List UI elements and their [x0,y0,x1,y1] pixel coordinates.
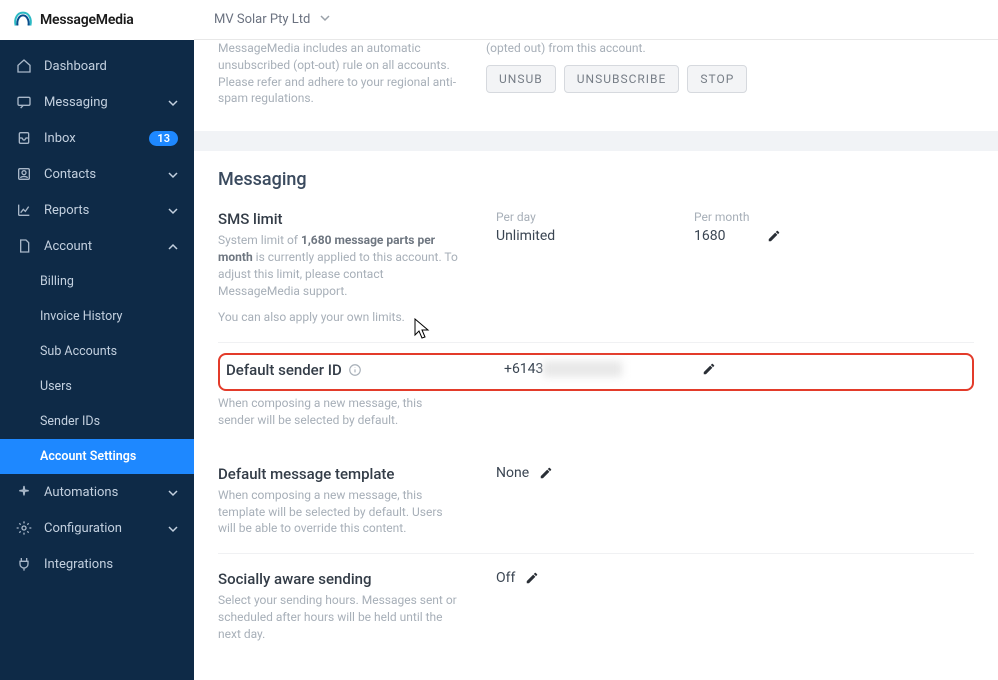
chevron-up-icon [168,241,178,251]
sidebar-item-automations[interactable]: Automations [0,474,194,510]
inbox-badge: 13 [149,131,178,146]
sidebar-item-label: Configuration [44,521,156,536]
opt-out-card: MessageMedia includes an automatic unsub… [194,40,998,131]
per-month-label: Per month [694,210,749,224]
sidebar-item-messaging[interactable]: Messaging [0,84,194,120]
org-name: MV Solar Pty Ltd [214,12,310,27]
socially-aware-heading: Socially aware sending [218,570,468,588]
default-template-value: None [496,465,529,481]
messaging-title: Messaging [218,169,974,190]
sidebar-item-label: Sender IDs [40,414,178,429]
chevron-down-icon [168,205,178,215]
opt-out-pill-group: UNSUB UNSUBSCRIBE STOP [486,65,747,93]
top-bar: MV Solar Pty Ltd [194,0,998,40]
sms-limit-desc: System limit of 1,680 message parts per … [218,232,458,299]
pill-unsubscribe: UNSUBSCRIBE [564,65,680,93]
org-switcher[interactable]: MV Solar Pty Ltd [214,12,330,27]
sms-limit-desc-post: is currently applied to this account. To… [218,250,458,298]
chevron-down-icon [168,169,178,179]
sidebar-sub-sender-ids[interactable]: Sender IDs [0,404,194,439]
home-icon [16,58,32,74]
sidebar-item-label: Users [40,379,178,394]
sidebar-item-label: Dashboard [44,59,178,74]
gear-icon [16,520,32,536]
opt-out-desc: MessageMedia includes an automatic unsub… [218,40,458,107]
edit-default-sender-button[interactable] [702,361,716,380]
edit-sms-limit-button[interactable] [767,228,781,247]
brand-name: MessageMedia [40,12,134,28]
sidebar-item-label: Contacts [44,167,156,182]
contacts-icon [16,166,32,182]
sidebar-item-label: Automations [44,485,156,500]
inbox-icon [16,130,32,146]
sidebar-item-reports[interactable]: Reports [0,192,194,228]
sidebar-item-label: Reports [44,203,156,218]
chart-icon [16,202,32,218]
pill-unsub: UNSUB [486,65,556,93]
sparkle-icon [16,484,32,500]
default-sender-heading: Default sender ID [226,361,476,379]
socially-aware-desc: Select your sending hours. Messages sent… [218,592,458,642]
sms-limit-heading: SMS limit [218,210,468,228]
default-sender-desc: When composing a new message, this sende… [218,395,458,429]
sidebar-item-label: Account Settings [40,449,178,464]
sidebar-item-configuration[interactable]: Configuration [0,510,194,546]
file-icon [16,238,32,254]
default-sender-value: +6143XXXXXXXX [504,361,622,377]
sidebar-item-label: Inbox [44,131,137,146]
per-month-value: 1680 [694,228,749,244]
socially-aware-section: Socially aware sending Select your sendi… [218,554,974,658]
sms-limit-section: SMS limit System limit of 1,680 message … [218,194,974,343]
sidebar-item-label: Account [44,239,156,254]
socially-aware-value: Off [496,570,515,586]
default-sender-highlight: Default sender ID +6143XXXXXXXX [218,353,974,391]
sidebar-item-label: Billing [40,274,178,289]
messaging-card: Messaging SMS limit System limit of 1,68… [194,151,998,680]
sidebar-sub-billing[interactable]: Billing [0,264,194,299]
sidebar-item-account[interactable]: Account [0,228,194,264]
per-day-value: Unlimited [496,228,666,244]
sms-limit-desc2: You can also apply your own limits. [218,309,458,326]
sidebar-item-label: Invoice History [40,309,178,324]
edit-default-template-button[interactable] [539,465,553,484]
sms-limit-desc-pre: System limit of [218,233,301,247]
default-template-heading: Default message template [218,465,468,483]
plug-icon [16,556,32,572]
sidebar-nav: Dashboard Messaging Inbox 13 Contacts Re… [0,40,194,680]
per-day-label: Per day [496,210,666,224]
chevron-down-icon [168,487,178,497]
default-template-section: Default message template When composing … [218,449,974,554]
sidebar-item-label: Messaging [44,95,156,110]
default-sender-prefix: +6143 [504,361,543,377]
chevron-down-icon [168,97,178,107]
opt-out-subdesc: (opted out) from this account. [486,40,726,57]
info-icon[interactable] [348,363,362,377]
edit-socially-aware-button[interactable] [525,570,539,589]
chevron-down-icon [320,12,330,27]
default-sender-hidden: XXXXXXXX [543,361,621,377]
chat-icon [16,94,32,110]
sidebar-item-contacts[interactable]: Contacts [0,156,194,192]
sidebar-sub-invoice-history[interactable]: Invoice History [0,299,194,334]
sidebar-item-dashboard[interactable]: Dashboard [0,48,194,84]
default-template-desc: When composing a new message, this templ… [218,487,458,537]
sidebar-sub-account-settings[interactable]: Account Settings [0,439,194,474]
sidebar-sub-sub-accounts[interactable]: Sub Accounts [0,334,194,369]
brand-icon [12,9,34,31]
sidebar-item-label: Integrations [44,557,178,572]
chevron-down-icon [168,523,178,533]
default-sender-heading-text: Default sender ID [226,361,342,379]
sidebar-item-integrations[interactable]: Integrations [0,546,194,582]
sidebar-sub-users[interactable]: Users [0,369,194,404]
sidebar-item-inbox[interactable]: Inbox 13 [0,120,194,156]
pill-stop: STOP [687,65,747,93]
sidebar-item-label: Sub Accounts [40,344,178,359]
brand-logo: MessageMedia [0,0,194,40]
